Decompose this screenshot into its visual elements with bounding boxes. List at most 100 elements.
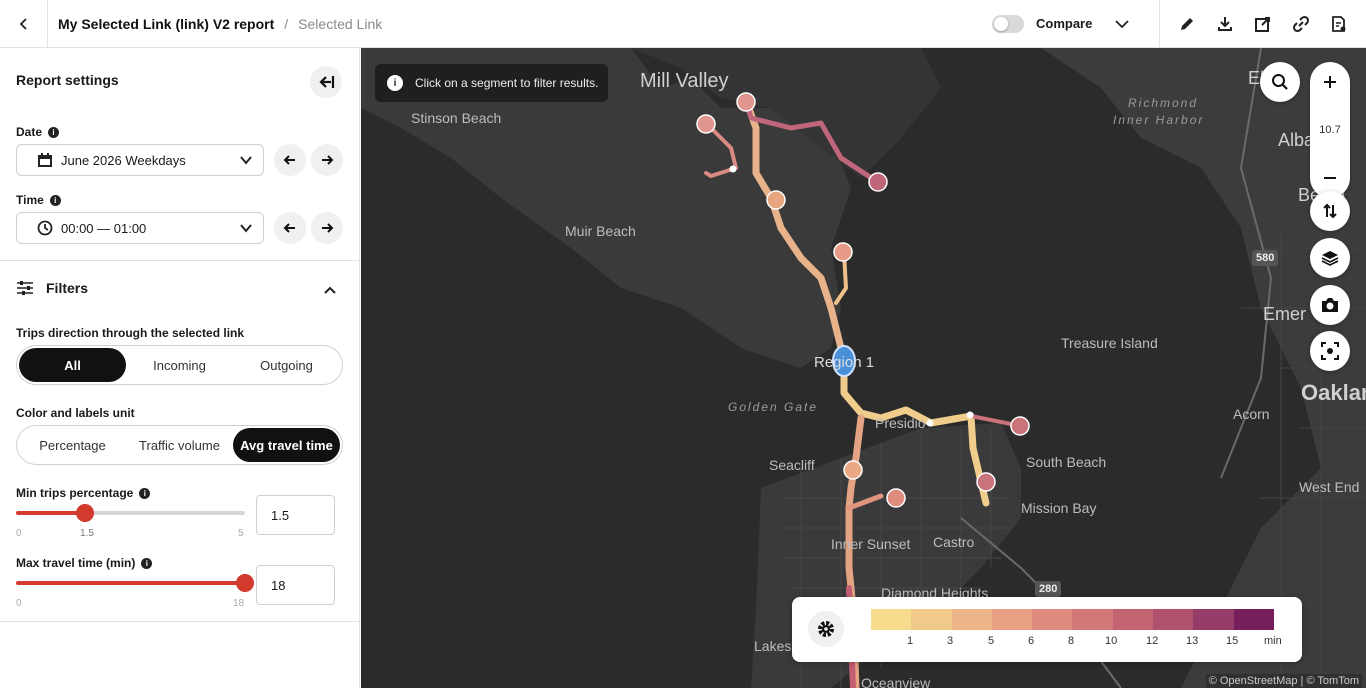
document-settings-icon bbox=[1332, 15, 1346, 32]
report-settings-panel: Report settings Date i June 2026 Weekday… bbox=[0, 48, 360, 688]
unit-label: Color and labels unit bbox=[16, 406, 135, 420]
compare-toggle[interactable] bbox=[992, 14, 1024, 33]
fit-view-button[interactable] bbox=[1310, 331, 1350, 371]
legend-settings-button[interactable] bbox=[808, 611, 844, 647]
legend-label: 1 bbox=[907, 635, 914, 647]
toolbar bbox=[1159, 0, 1366, 47]
info-icon[interactable]: i bbox=[48, 126, 60, 138]
highway-shield: 580 bbox=[1252, 250, 1279, 266]
time-next-button[interactable] bbox=[311, 212, 343, 244]
report-settings-button[interactable] bbox=[1327, 12, 1351, 36]
legend-label: 8 bbox=[1068, 635, 1075, 647]
place-label: South Beach bbox=[1026, 454, 1107, 470]
toast-text: Click on a segment to filter results. bbox=[415, 76, 599, 90]
legend-label: 12 bbox=[1146, 635, 1159, 647]
filters-header[interactable]: Filters bbox=[16, 280, 88, 296]
min-trips-slider[interactable] bbox=[16, 504, 245, 522]
collapse-panel-button[interactable] bbox=[310, 66, 342, 98]
unit-option-avg-travel-time[interactable]: Avg travel time bbox=[233, 428, 340, 462]
back-button[interactable] bbox=[0, 0, 48, 47]
slider-value-tick: 1.5 bbox=[80, 528, 94, 539]
legend-label: 3 bbox=[947, 635, 954, 647]
divider bbox=[0, 260, 360, 261]
time-value: 00:00 — 01:00 bbox=[61, 220, 147, 236]
link-icon bbox=[1292, 15, 1310, 32]
date-select[interactable]: June 2026 Weekdays bbox=[16, 144, 264, 176]
breadcrumb-separator: / bbox=[284, 15, 289, 32]
info-icon: i bbox=[387, 75, 403, 91]
legend-swatch bbox=[1112, 609, 1154, 630]
map-attribution[interactable]: © OpenStreetMap | © TomTom bbox=[1205, 674, 1362, 688]
screenshot-button[interactable] bbox=[1310, 285, 1350, 325]
breadcrumb-report[interactable]: My Selected Link (link) V2 report bbox=[58, 16, 274, 32]
copy-link-button[interactable] bbox=[1289, 12, 1313, 36]
legend-swatch bbox=[991, 609, 1033, 630]
slider-handle[interactable] bbox=[75, 504, 94, 522]
arrow-left-icon bbox=[283, 155, 295, 165]
clock-icon bbox=[37, 220, 53, 236]
time-previous-button[interactable] bbox=[274, 212, 306, 244]
legend-swatch bbox=[1032, 609, 1073, 630]
place-label: West End bbox=[1299, 479, 1360, 495]
share-icon bbox=[1255, 16, 1270, 32]
breadcrumb-current: Selected Link bbox=[298, 15, 383, 32]
legend-swatch bbox=[1233, 609, 1274, 630]
collapse-left-icon bbox=[319, 76, 335, 88]
unit-option-percentage[interactable]: Percentage bbox=[19, 428, 126, 462]
chevron-down-icon[interactable] bbox=[1112, 14, 1132, 34]
swap-direction-button[interactable] bbox=[1310, 191, 1350, 231]
direction-option-incoming[interactable]: Incoming bbox=[126, 348, 233, 382]
max-time-input[interactable]: 18 bbox=[256, 565, 335, 605]
water-label: Golden Gate bbox=[728, 400, 819, 414]
chevron-left-icon bbox=[19, 17, 27, 30]
search-button[interactable] bbox=[1260, 62, 1300, 102]
breadcrumb: My Selected Link (link) V2 report / Sele… bbox=[58, 0, 382, 47]
direction-option-all[interactable]: All bbox=[19, 348, 126, 382]
info-icon[interactable]: i bbox=[49, 194, 61, 206]
legend-swatch bbox=[911, 609, 952, 630]
info-icon[interactable]: i bbox=[139, 487, 151, 499]
slider-min-tick: 0 bbox=[16, 598, 22, 609]
layers-button[interactable] bbox=[1310, 238, 1350, 278]
unit-segmented-control: Percentage Traffic volume Avg travel tim… bbox=[16, 425, 343, 465]
max-time-slider[interactable] bbox=[16, 574, 254, 592]
date-previous-button[interactable] bbox=[274, 144, 306, 176]
legend-swatch bbox=[1072, 609, 1113, 630]
edit-button[interactable] bbox=[1175, 12, 1199, 36]
swap-vertical-icon bbox=[1323, 203, 1337, 219]
minus-icon bbox=[1324, 177, 1336, 179]
legend-unit: min bbox=[1264, 635, 1282, 647]
min-trips-input[interactable]: 1.5 bbox=[256, 495, 335, 535]
share-button[interactable] bbox=[1251, 12, 1275, 36]
water-label: Richmond bbox=[1128, 96, 1199, 110]
calendar-icon bbox=[37, 152, 53, 168]
max-time-label-row: Max travel time (min) i bbox=[16, 556, 153, 570]
unit-option-traffic-volume[interactable]: Traffic volume bbox=[126, 428, 233, 462]
gear-icon bbox=[818, 621, 834, 637]
direction-option-outgoing[interactable]: Outgoing bbox=[233, 348, 340, 382]
slider-handle[interactable] bbox=[236, 574, 254, 592]
date-label: Date bbox=[16, 125, 43, 139]
focus-icon bbox=[1321, 342, 1339, 360]
time-select[interactable]: 00:00 — 01:00 bbox=[16, 212, 264, 244]
info-icon[interactable]: i bbox=[141, 557, 153, 569]
place-label: Castro bbox=[933, 534, 975, 550]
legend-swatch bbox=[951, 609, 992, 630]
place-label: Acorn bbox=[1233, 406, 1270, 422]
time-label: Time bbox=[16, 193, 44, 207]
direction-segmented-control: All Incoming Outgoing bbox=[16, 345, 343, 385]
place-label: Mill Valley bbox=[640, 70, 729, 92]
arrow-right-icon bbox=[322, 155, 334, 165]
download-button[interactable] bbox=[1213, 12, 1237, 36]
map-canvas[interactable]: i Click on a segment to filter results. … bbox=[361, 48, 1366, 688]
chevron-down-icon bbox=[239, 153, 253, 167]
date-next-button[interactable] bbox=[311, 144, 343, 176]
download-icon bbox=[1218, 16, 1232, 31]
chevron-up-icon[interactable] bbox=[322, 282, 338, 298]
divider bbox=[0, 621, 360, 622]
search-icon bbox=[1272, 74, 1288, 90]
sliders-icon bbox=[17, 281, 33, 295]
compare-label: Compare bbox=[1036, 16, 1093, 31]
zoom-in-button[interactable] bbox=[1310, 62, 1350, 102]
region-label: Region 1 bbox=[814, 354, 875, 371]
